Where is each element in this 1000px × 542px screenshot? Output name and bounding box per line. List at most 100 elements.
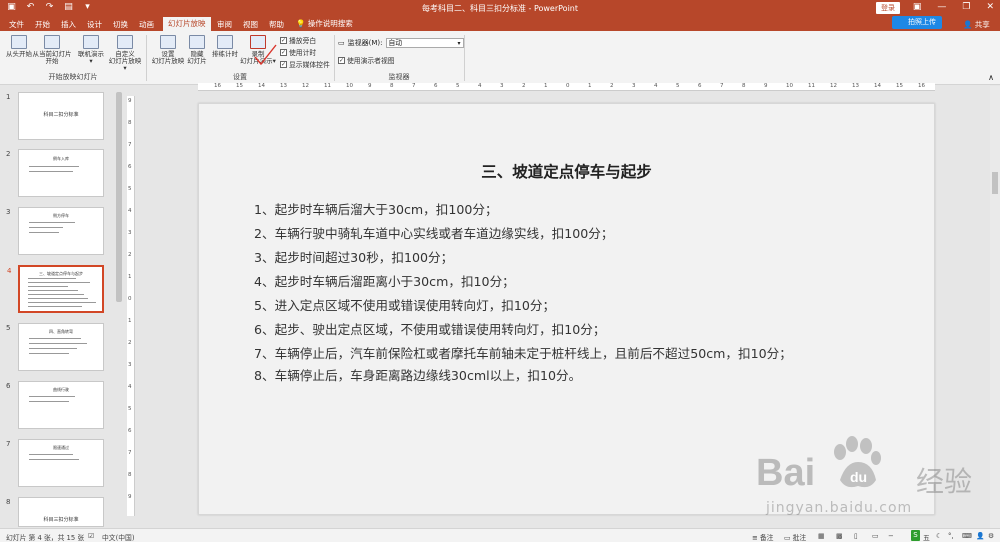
moon-icon[interactable]: ☾ (936, 532, 942, 540)
settings-icon[interactable]: ⚙ (988, 532, 994, 540)
from-beginning-button[interactable]: 从头开始 (4, 35, 34, 58)
hide-slide-button[interactable]: 隐藏 幻灯片 (184, 35, 210, 65)
slide-title[interactable]: 三、坡道定点停车与起步 (199, 160, 934, 182)
user-icon[interactable]: 👤 (976, 532, 984, 540)
monitor-row: ▭ 监视器(M): 自动 (338, 38, 464, 48)
list-item: 4、起步时车辆后溜距离小于30cm，扣10分； (254, 274, 515, 289)
ribbon: 从头开始 从当前幻灯片 开始 联机演示 ▾ 自定义 幻灯片放映▾ 开始放映幻灯片 … (0, 31, 1000, 85)
tab-review[interactable]: 审阅 (212, 18, 237, 31)
slideshow-current-icon (44, 35, 60, 49)
notes-icon: ≡ (752, 534, 758, 542)
lightbulb-icon: 💡 (296, 19, 306, 28)
reading-view-icon[interactable]: ▯ (854, 532, 858, 540)
tab-animations[interactable]: 动画 (134, 18, 159, 31)
notes-button[interactable]: ≡ 备注 (752, 532, 773, 542)
slide-thumbnail-active[interactable]: 4 三、坡道定点停车与起步 (7, 265, 104, 313)
watermark-brand-cn: 经验 (916, 465, 973, 498)
slide-thumbnail[interactable]: 7 限速通过 (6, 439, 104, 487)
vertical-ruler: 9 8 7 6 5 4 3 2 1 0 1 2 3 4 5 6 7 8 9 (127, 96, 135, 516)
play-narrations-checkbox[interactable]: ✓ 播放旁白 (280, 35, 316, 45)
show-media-controls-checkbox[interactable]: ✓ 显示媒体控件 (280, 59, 330, 69)
scrollbar-thumb[interactable] (992, 172, 998, 194)
stopwatch-icon (217, 35, 233, 49)
slide-thumbnail-pane: 1 科目二扣分标准 2 倒车入库 3 侧方停车 4 三、坡道定点停车与起步 5 … (0, 86, 125, 528)
list-item: 5、进入定点区域不使用或错误使用转向灯，扣10分； (254, 298, 556, 313)
checkbox-checked-icon: ✓ (280, 48, 287, 56)
ribbon-tabs: 文件 开始 插入 设计 切换 动画 幻灯片放映 审阅 视图 帮助 💡 操作说明搜… (0, 16, 1000, 31)
tell-me-search[interactable]: 💡 操作说明搜索 (296, 18, 353, 29)
custom-show-button[interactable]: 自定义 幻灯片放映▾ (108, 35, 142, 72)
group-label-setup: 设置 (233, 73, 247, 81)
share-button[interactable]: 👤 共享 (963, 19, 990, 30)
group-label-monitors: 监视器 (388, 73, 410, 81)
svg-text:du: du (850, 469, 867, 485)
group-label-start: 开始放映幻灯片 (48, 73, 98, 81)
online-present-button[interactable]: 联机演示 ▾ (76, 35, 106, 65)
slide-thumbnail[interactable]: 2 倒车入库 (6, 149, 104, 197)
list-item: 1、起步时车辆后溜大于30cm，扣100分； (254, 202, 498, 217)
slideshow-view-icon[interactable]: ▭ (872, 532, 878, 540)
list-item: 8、车辆停止后，车身距离路边缘线30cml以上，扣10分。 (254, 368, 582, 383)
slide-body-text[interactable]: 1、起步时车辆后溜大于30cm，扣100分； 2、车辆行驶中骑轧车道中心实线或者… (254, 202, 894, 392)
title-bar: ▣ ↶ ↷ ▤ ▾ 每考科目二、科目三扣分标准 - PowerPoint 登录 … (0, 0, 1000, 16)
setup-show-button[interactable]: 设置 幻灯片放映 (150, 35, 186, 65)
minimize-icon[interactable]: — (937, 2, 946, 13)
slide-thumbnail[interactable]: 6 曲线行驶 (6, 381, 104, 429)
list-item: 2、车辆行驶中骑轧车道中心实线或者车道边缘实线，扣100分； (254, 226, 614, 241)
editor-scrollbar[interactable] (990, 86, 1000, 528)
from-current-button[interactable]: 从当前幻灯片 开始 (32, 35, 72, 65)
upload-button[interactable]: 拍照上传 (892, 16, 942, 29)
keyboard-icon[interactable]: ⌨ (962, 532, 972, 540)
zoom-out-icon[interactable]: − (888, 532, 894, 540)
monitor-select[interactable]: 自动 (385, 38, 464, 48)
online-present-icon (83, 35, 99, 49)
setup-show-icon (160, 35, 176, 49)
restore-icon[interactable]: ❐ (962, 2, 970, 13)
use-timings-checkbox[interactable]: ✓ 使用计时 (280, 47, 316, 57)
list-item: 3、起步时间超过30秒，扣100分； (254, 250, 454, 265)
tab-view[interactable]: 视图 (238, 18, 263, 31)
punctuation-icon[interactable]: °, (948, 532, 954, 540)
slide-sorter-icon[interactable]: ▩ (836, 532, 842, 540)
document-title: 每考科目二、科目三扣分标准 - PowerPoint (421, 4, 579, 13)
tab-transitions[interactable]: 切换 (108, 18, 133, 31)
login-button[interactable]: 登录 (876, 2, 900, 14)
close-icon[interactable]: ✕ (986, 2, 994, 13)
tab-design[interactable]: 设计 (82, 18, 107, 31)
slide-counter: 幻灯片 第 4 张，共 15 张 (6, 534, 85, 542)
presenter-view-checkbox[interactable]: ✓ 使用演示者视图 (338, 55, 395, 65)
list-item: 6、起步、驶出定点区域，不使用或错误使用转向灯，扣10分； (254, 322, 606, 337)
checkbox-checked-icon: ✓ (338, 56, 345, 64)
tab-file[interactable]: 文件 (4, 18, 29, 31)
tab-slideshow[interactable]: 幻灯片放映 (163, 17, 211, 31)
watermark-url: jingyan.baidu.com (766, 500, 913, 516)
ime-s-icon[interactable]: S (911, 530, 920, 541)
slide-thumbnail[interactable]: 1 科目二扣分标准 (6, 92, 104, 140)
tab-help[interactable]: 帮助 (264, 18, 289, 31)
spellcheck-icon[interactable]: ☑ (88, 532, 94, 540)
slide-thumbnail[interactable]: 5 四、直角转弯 (6, 323, 104, 371)
status-bar: 幻灯片 第 4 张，共 15 张 ☑ 中文(中国) ≡ 备注 ▭ 批注 ▦ ▩ … (0, 528, 1000, 542)
window-controls: ▣ — ❐ ✕ (913, 2, 994, 13)
paw-logo-icon: du (834, 436, 881, 488)
comment-icon: ▭ (784, 534, 791, 542)
rehearse-timings-button[interactable]: 排练计时 (210, 35, 240, 58)
normal-view-icon[interactable]: ▦ (818, 532, 824, 540)
annotation-check-mark (254, 44, 277, 66)
tab-home[interactable]: 开始 (30, 18, 55, 31)
tab-insert[interactable]: 插入 (56, 18, 81, 31)
watermark-brand: Bai (756, 452, 816, 494)
comments-button[interactable]: ▭ 批注 (784, 532, 806, 542)
ime-mode[interactable]: 五 (923, 532, 930, 542)
slide-thumbnail[interactable]: 3 侧方停车 (6, 207, 104, 255)
ribbon-display-icon[interactable]: ▣ (913, 2, 922, 13)
language-indicator[interactable]: 中文(中国) (102, 532, 135, 542)
group-separator (464, 35, 465, 81)
checkbox-checked-icon: ✓ (280, 36, 287, 44)
hide-slide-icon (189, 35, 205, 49)
horizontal-ruler: 16 15 14 13 12 11 10 9 8 7 6 5 4 3 2 1 0… (198, 83, 935, 91)
collapse-ribbon-icon[interactable]: ∧ (988, 73, 994, 82)
baidu-watermark: Bai du 经验 jingyan.baidu.com (756, 436, 986, 522)
thumbnail-scrollbar[interactable] (116, 92, 122, 302)
slide-thumbnail[interactable]: 8 科目三扣分标准 (6, 497, 104, 527)
